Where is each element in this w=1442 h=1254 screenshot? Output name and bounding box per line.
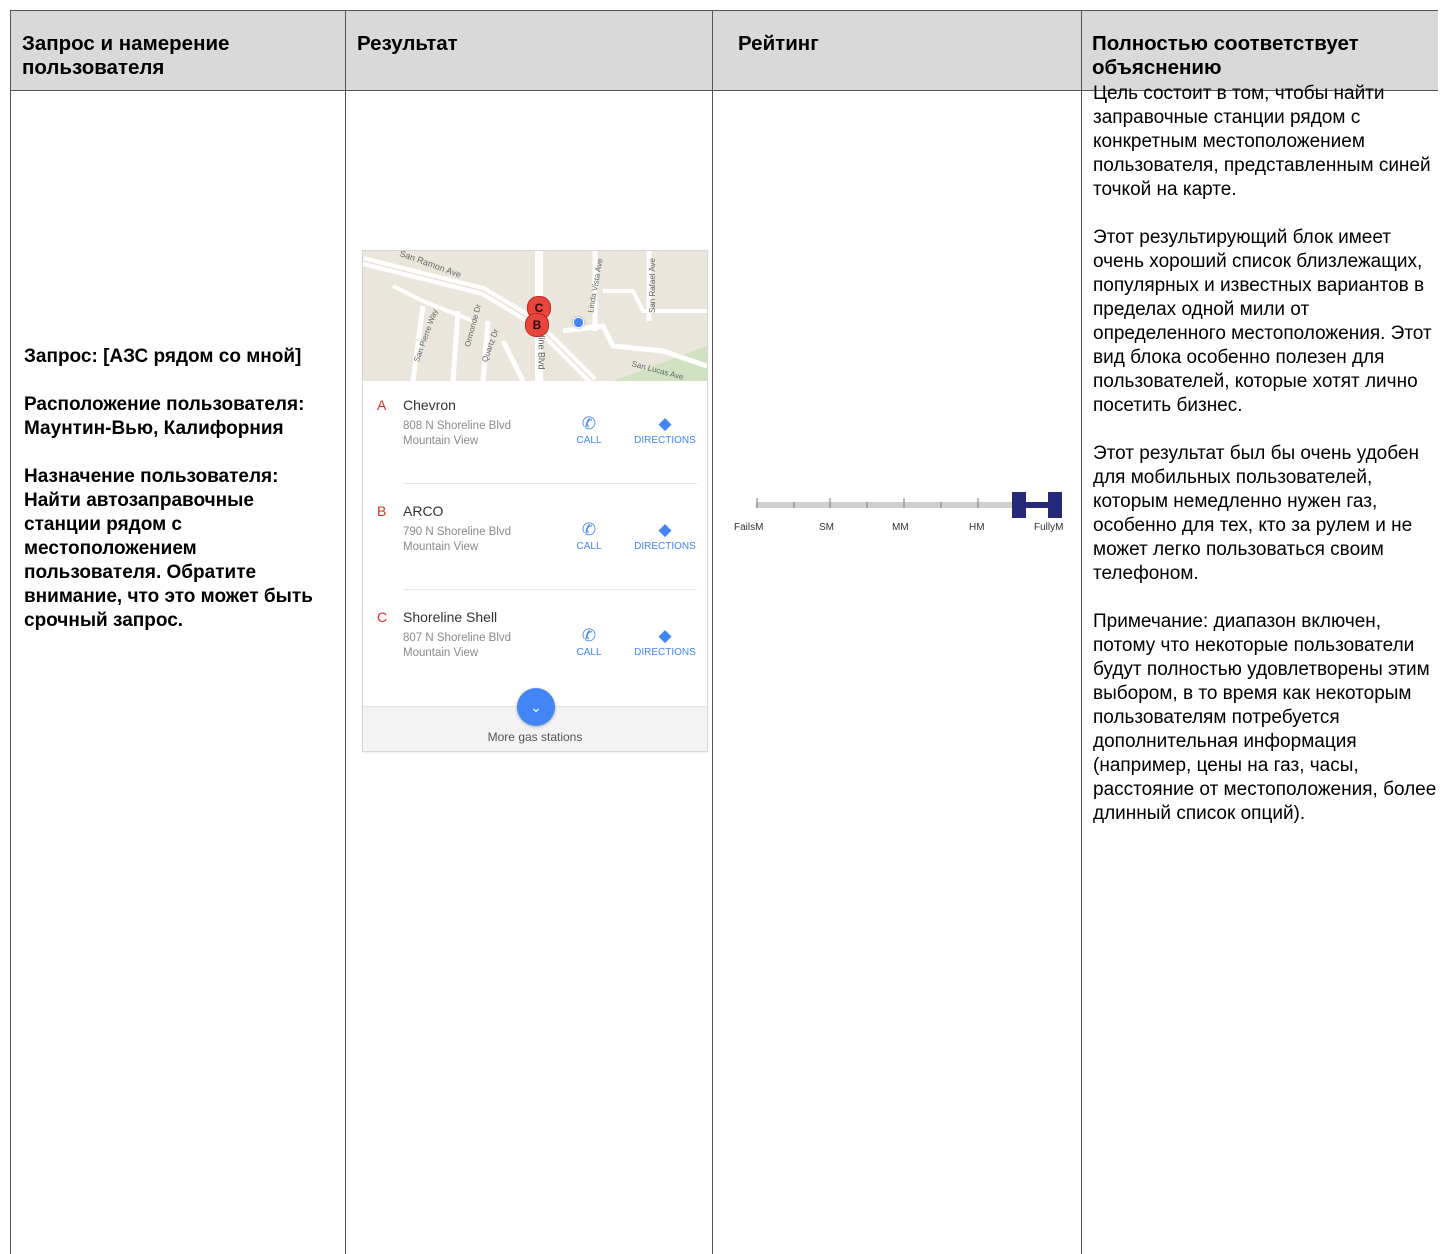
directions-button[interactable]: ◆ DIRECTIONS [627, 625, 703, 658]
listing-address: 790 N Shoreline Blvd Mountain View [403, 525, 511, 555]
map-marker-b[interactable]: B [525, 313, 549, 337]
listing-address-line2: Mountain View [403, 435, 479, 447]
directions-label: DIRECTIONS [634, 647, 696, 658]
listing-address: 808 N Shoreline Blvd Mountain View [403, 419, 511, 449]
listing-address-line1: 790 N Shoreline Blvd [403, 526, 512, 538]
call-label: CALL [576, 647, 602, 658]
directions-label: DIRECTIONS [634, 435, 696, 446]
explanation-cell: Цель состоит в том, чтобы найти заправоч… [1093, 82, 1438, 850]
directions-label: DIRECTIONS [634, 541, 696, 552]
map-thumbnail[interactable]: San Ramon Ave San Pierre Way Ormonde Dr … [363, 251, 707, 381]
call-button[interactable]: ✆ CALL [569, 413, 609, 446]
phone-icon: ✆ [581, 414, 597, 433]
listing-name[interactable]: Shoreline Shell [403, 609, 497, 625]
user-location-text: Расположение пользователя: Маунтин-Вью, … [24, 394, 305, 439]
header-explanation: Полностью соответствует объяснению [1092, 32, 1359, 79]
explanation-paragraph: Цель состоит в том, чтобы найти заправоч… [1093, 83, 1431, 200]
directions-button[interactable]: ◆ DIRECTIONS [627, 413, 703, 446]
listing-address-line1: 808 N Shoreline Blvd [403, 420, 512, 432]
listing-name[interactable]: ARCO [403, 503, 443, 519]
listing-address-line1: 807 N Shoreline Blvd [403, 632, 512, 644]
directions-icon: ◆ [658, 520, 672, 539]
list-divider [403, 483, 697, 484]
rating-label-fully: FullyM [1034, 522, 1064, 533]
user-location-dot [573, 317, 584, 328]
table-border-top [10, 10, 1438, 11]
list-item-a[interactable]: A Chevron 808 N Shoreline Blvd Mountain … [363, 389, 707, 494]
header-result: Результат [357, 32, 458, 55]
rating-label-sm: SM [819, 522, 834, 533]
list-divider [403, 589, 697, 590]
column-divider-1 [345, 10, 346, 1254]
explanation-paragraph: Этот результат был бы очень удобен для м… [1093, 443, 1419, 584]
listing-letter: B [377, 503, 387, 519]
phone-icon: ✆ [581, 626, 597, 645]
chevron-down-icon: ⌄ [530, 699, 542, 715]
directions-button[interactable]: ◆ DIRECTIONS [627, 519, 703, 552]
more-results-label[interactable]: More gas stations [363, 730, 707, 744]
listing-address: 807 N Shoreline Blvd Mountain View [403, 631, 511, 661]
column-divider-2 [712, 10, 713, 1254]
query-cell: Запрос: [АЗС рядом со мной] Расположение… [24, 345, 324, 657]
rating-label-mm: MM [892, 522, 909, 533]
listing-name[interactable]: Chevron [403, 397, 456, 413]
query-text: Запрос: [АЗС рядом со мной] [24, 346, 302, 367]
phone-icon: ✆ [581, 520, 597, 539]
directions-icon: ◆ [658, 414, 672, 433]
user-intent-text: Назначение пользователя: Найти автозапра… [24, 466, 313, 631]
more-results-button[interactable]: ⌄ [517, 688, 555, 726]
header-rating: Рейтинг [738, 32, 819, 55]
rating-handle-left [1012, 492, 1026, 518]
street-label: San Rafael Ave [648, 257, 658, 314]
listing-letter: C [377, 609, 388, 625]
rating-label-fails: FailsM [734, 522, 764, 533]
header-query: Запрос и намерение пользователя [22, 32, 230, 79]
rating-scale: FailsM SM MM HM FullyM [730, 480, 1080, 540]
list-item-b[interactable]: B ARCO 790 N Shoreline Blvd Mountain Vie… [363, 495, 707, 600]
rating-label-hm: HM [969, 522, 985, 533]
listing-letter: A [377, 397, 387, 413]
explanation-paragraph: Этот результирующий блок имеет очень хор… [1093, 227, 1432, 416]
call-label: CALL [576, 435, 602, 446]
directions-icon: ◆ [658, 626, 672, 645]
column-divider-3 [1081, 10, 1082, 1254]
local-results-card: San Ramon Ave San Pierre Way Ormonde Dr … [362, 250, 708, 752]
explanation-paragraph: Примечание: диапазон включен, потому что… [1093, 611, 1437, 824]
call-button[interactable]: ✆ CALL [569, 519, 609, 552]
call-button[interactable]: ✆ CALL [569, 625, 609, 658]
table-border-left [10, 10, 11, 1254]
call-label: CALL [576, 541, 602, 552]
listing-address-line2: Mountain View [403, 541, 479, 553]
listing-address-line2: Mountain View [403, 647, 479, 659]
rating-handle-right [1048, 492, 1062, 518]
